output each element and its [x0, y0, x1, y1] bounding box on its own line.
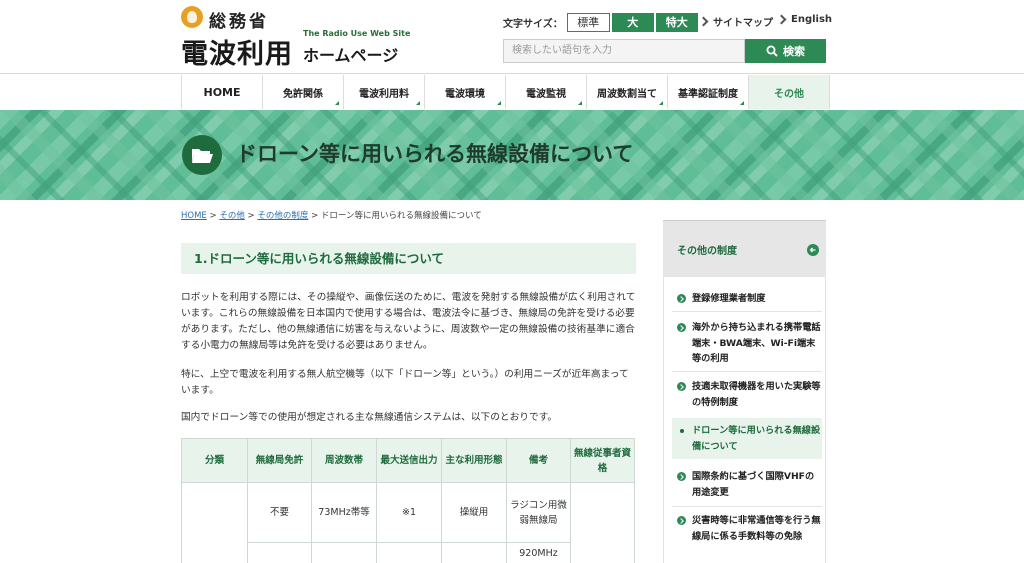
divider — [672, 311, 822, 312]
folder-open-icon — [182, 135, 222, 175]
table-header: 主な利用形態 — [441, 438, 507, 483]
table-cell — [247, 542, 312, 563]
table-cell — [570, 482, 635, 563]
table-row: 不要 73MHz帯等 ※1 操縦用 ラジコン用微弱無線局 — [181, 482, 635, 563]
sitemap-link[interactable]: サイトマップ — [698, 14, 773, 29]
table-header: 無線局免許 — [247, 438, 312, 483]
drone-needs-paragraph: 特に、上空で電波を利用する無人航空機等（以下「ドローン等」という。）の利用ニーズ… — [181, 369, 629, 396]
table-header-row: 分類 無線局免許 周波数帯 最大送信出力 主な利用形態 備考 無線従事者資格 — [181, 438, 635, 483]
breadcrumb-separator: > — [209, 211, 217, 221]
sidebar-item-label: 技適未取得機器を用いた実験等の特例制度 — [692, 381, 821, 408]
sidebar-item-drone-current[interactable]: ドローン等に用いられる無線設備について — [672, 418, 822, 459]
sidebar-item-label: 海外から持ち込まれる携帯電話端末・BWA端末、Wi-Fi端末等の利用 — [692, 322, 821, 364]
chevron-circle-icon — [677, 294, 686, 303]
systems-intro-paragraph: 国内でドローン等での使用が想定される主な無線通信システムは、以下のとおりです。 — [181, 412, 558, 423]
sidebar-list: 登録修理業者制度 海外から持ち込まれる携帯電話端末・BWA端末、Wi-Fi端末等… — [663, 277, 826, 563]
table-header: 無線従事者資格 — [570, 438, 635, 483]
breadcrumb-other-systems[interactable]: その他の制度 — [257, 211, 308, 221]
font-size-large-button[interactable]: 大 — [611, 12, 654, 32]
search-icon — [766, 45, 778, 57]
breadcrumb-home[interactable]: HOME — [181, 211, 207, 221]
breadcrumb-current: ドローン等に用いられる無線設備について — [320, 211, 482, 221]
intro-paragraph: ロボットを利用する際には、その操縦や、画像伝送のために、電波を発射する無線設備が… — [181, 292, 636, 351]
sidebar-item-label: ドローン等に用いられる無線設備について — [692, 425, 821, 452]
table-header: 周波数帯 — [311, 438, 377, 483]
site-name-main: 電波利用 — [181, 39, 293, 70]
english-link[interactable]: English — [776, 14, 833, 25]
sidebar-heading-title: その他の制度 — [677, 246, 737, 257]
font-size-switcher: 文字サイズ： 標準 大 特大 — [503, 12, 700, 32]
page-title: ドローン等に用いられる無線設備について — [236, 142, 634, 166]
site-logo[interactable]: 総務省 電波利用 The Radio Use Web Site ホームページ — [181, 6, 421, 70]
section-heading: 1.ドローン等に用いられる無線設備について — [181, 243, 636, 274]
table-cell: 73MHz帯等 — [311, 482, 377, 543]
nav-item-license[interactable]: 免許関係 — [263, 75, 344, 109]
font-size-xlarge-button[interactable]: 特大 — [655, 12, 698, 32]
chevron-circle-icon — [677, 323, 686, 332]
table-cell: ※1 — [376, 482, 442, 543]
sidebar-item-international-vhf[interactable]: 国際条約に基づく国際VHFの用途変更 — [672, 469, 822, 500]
divider — [672, 371, 822, 372]
nav-item-radio-environment[interactable]: 電波環境 — [425, 75, 506, 109]
search-button-label: 検索 — [783, 45, 805, 58]
table-header: 最大送信出力 — [376, 438, 442, 483]
sidebar-heading[interactable]: その他の制度 — [663, 220, 826, 277]
sidebar-item-foreign-devices[interactable]: 海外から持ち込まれる携帯電話端末・BWA端末、Wi-Fi端末等の利用 — [672, 320, 822, 367]
search-input[interactable]: 検索したい語句を入力 — [503, 39, 745, 63]
table-cell — [181, 482, 248, 563]
nav-item-certification[interactable]: 基準認証制度 — [668, 75, 749, 109]
site-name-sub: The Radio Use Web Site — [303, 29, 411, 38]
sidebar-item-label: 国際条約に基づく国際VHFの用途変更 — [692, 471, 815, 498]
nav-item-frequency-allocation[interactable]: 周波数割当て — [587, 75, 668, 109]
table-cell — [311, 542, 377, 563]
nav-item-radio-monitoring[interactable]: 電波監視 — [506, 75, 587, 109]
breadcrumb: HOME > その他 > その他の制度 > ドローン等に用いられる無線設備につい… — [181, 209, 482, 221]
table-cell: 920MHz — [506, 542, 571, 563]
font-size-label: 文字サイズ： — [503, 18, 563, 30]
table-header: 備考 — [506, 438, 571, 483]
chevron-right-icon — [698, 16, 709, 27]
table-cell: 操縦用 — [441, 482, 507, 543]
chevron-circle-icon — [677, 382, 686, 391]
breadcrumb-other[interactable]: その他 — [219, 211, 245, 221]
breadcrumb-separator: > — [311, 211, 319, 221]
chevron-circle-icon — [677, 516, 686, 525]
nav-item-other[interactable]: その他 — [749, 75, 830, 109]
nav-item-radio-fee[interactable]: 電波利用料 — [344, 75, 425, 109]
chevron-circle-icon — [677, 472, 686, 481]
sidebar-item-experiment-exception[interactable]: 技適未取得機器を用いた実験等の特例制度 — [672, 379, 822, 410]
chevron-right-icon — [776, 14, 787, 25]
sitemap-label: サイトマップ — [713, 18, 773, 29]
search-button[interactable]: 検索 — [745, 39, 826, 63]
divider — [672, 506, 822, 507]
english-label: English — [791, 14, 833, 25]
table-cell: 不要 — [247, 482, 312, 543]
org-name: 総務省 — [209, 12, 269, 32]
site-name-home: ホームページ — [303, 46, 399, 65]
global-nav: HOME 免許関係 電波利用料 電波環境 電波監視 周波数割当て 基準認証制度 … — [181, 75, 830, 109]
current-dot-icon — [680, 429, 684, 433]
font-size-standard-button[interactable]: 標準 — [566, 12, 610, 32]
table-cell: ラジコン用微弱無線局 — [506, 482, 571, 543]
table-cell — [441, 542, 507, 563]
table-header: 分類 — [181, 438, 248, 483]
nav-item-home[interactable]: HOME — [182, 75, 263, 109]
mic-logo-icon — [181, 6, 203, 28]
site-header: 総務省 電波利用 The Radio Use Web Site ホームページ 文… — [0, 0, 1024, 74]
sidebar-item-label: 登録修理業者制度 — [692, 293, 766, 304]
table-cell — [376, 542, 442, 563]
sidebar-item-repair-registration[interactable]: 登録修理業者制度 — [672, 291, 822, 307]
breadcrumb-separator: > — [247, 211, 255, 221]
sidebar-item-disaster-fee-exemption[interactable]: 災害時等に非常通信等を行う無線局に係る手数料等の免除 — [672, 513, 822, 544]
table-row: 920MHz — [182, 542, 635, 563]
radio-systems-table: 分類 無線局免許 周波数帯 最大送信出力 主な利用形態 備考 無線従事者資格 不… — [181, 438, 635, 563]
return-arrow-icon — [807, 244, 819, 256]
sidebar-item-label: 災害時等に非常通信等を行う無線局に係る手数料等の免除 — [692, 515, 821, 542]
